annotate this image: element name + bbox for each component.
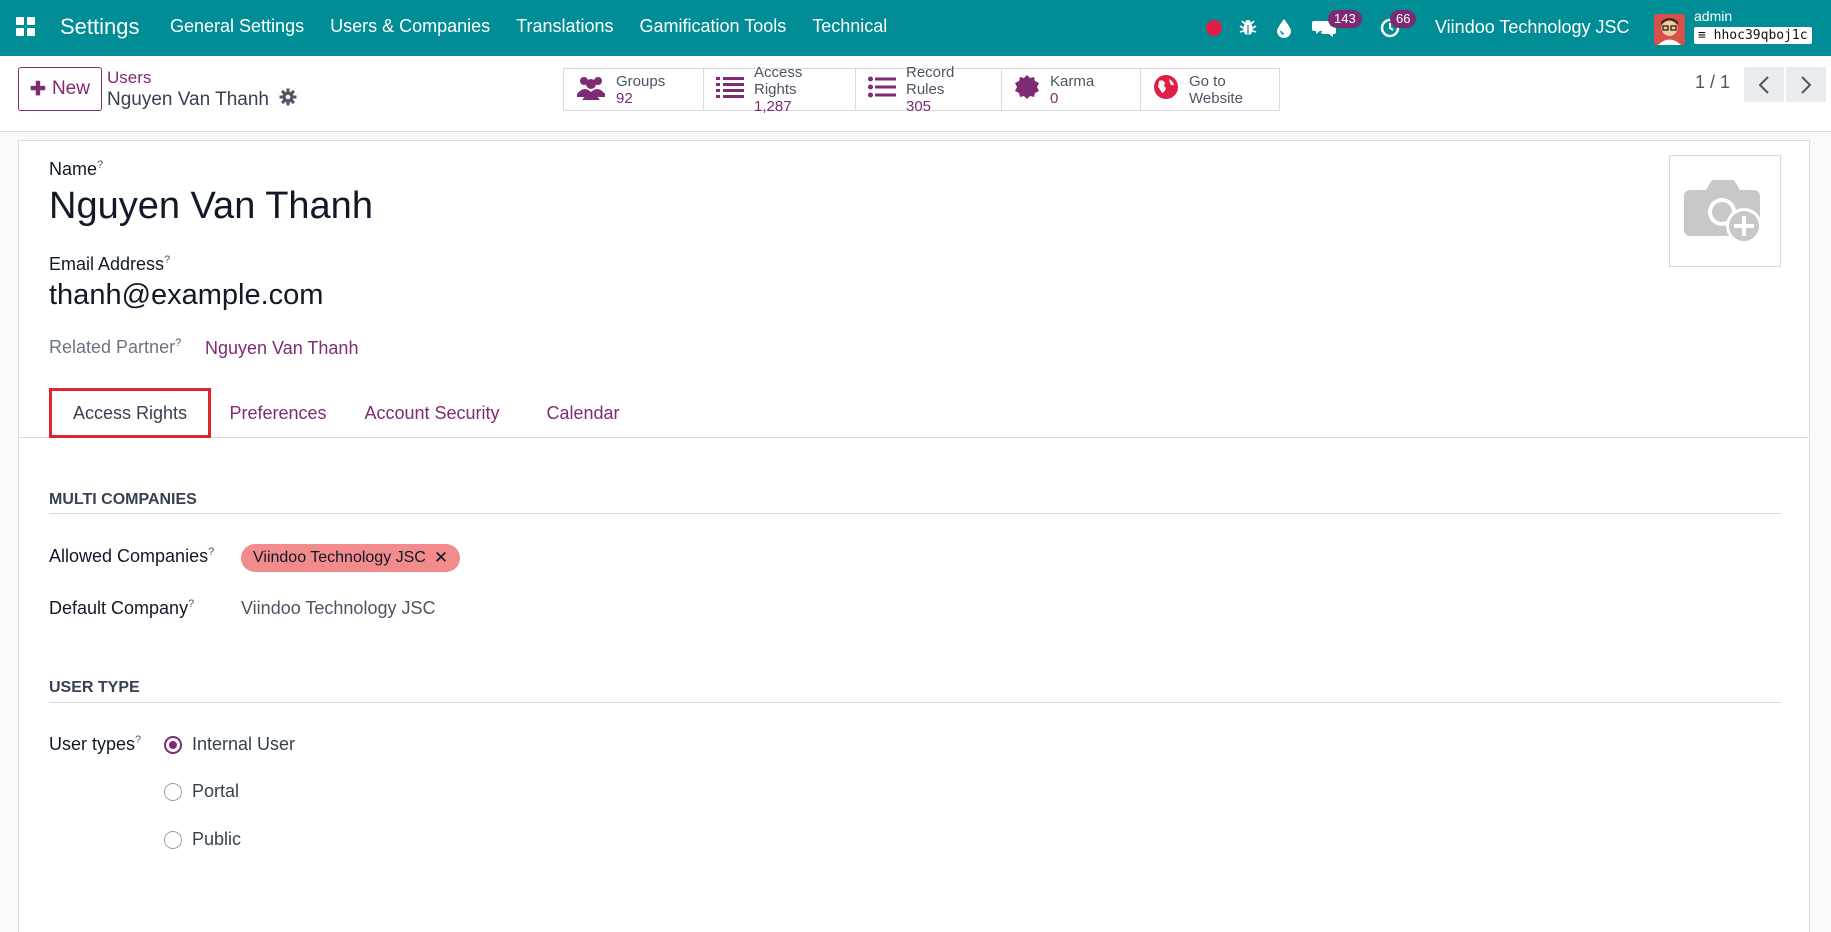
allowed-companies-label: Allowed Companies? <box>49 546 215 566</box>
activities-clock-icon[interactable] <box>1379 0 1401 56</box>
name-label: Name? <box>49 159 104 179</box>
radio-unchecked-icon[interactable] <box>164 782 182 801</box>
user-types-label: User types? <box>49 734 142 754</box>
section-divider <box>49 702 1781 703</box>
email-label: Email Address? <box>49 254 171 274</box>
pager-previous-button[interactable] <box>1744 67 1784 102</box>
control-panel: ✚ New Users Nguyen Van Thanh Groups 92 A… <box>0 56 1831 132</box>
groups-label: Groups <box>616 72 666 90</box>
radio-public[interactable]: Public <box>164 829 241 850</box>
karma-label: Karma <box>1050 72 1095 90</box>
radio-label: Internal User <box>192 734 296 754</box>
radio-checked-icon[interactable] <box>164 735 182 754</box>
list-icon <box>716 76 744 103</box>
apps-menu-icon[interactable] <box>16 17 36 37</box>
multi-companies-section-title: MULTI COMPANIES <box>49 491 197 508</box>
radio-label: Portal <box>192 781 240 801</box>
remove-tag-icon[interactable]: ✕ <box>434 548 448 568</box>
chevron-left-icon <box>1758 75 1769 94</box>
debug-bug-icon[interactable] <box>1238 0 1258 56</box>
activities-count-badge: 66 <box>1390 10 1417 28</box>
company-tag-label: Viindoo Technology JSC <box>253 549 426 566</box>
app-name[interactable]: Settings <box>60 14 140 40</box>
radio-portal[interactable]: Portal <box>164 781 239 802</box>
database-icon: ≡ <box>1698 28 1706 43</box>
plus-icon: ✚ <box>30 78 46 100</box>
related-partner-label: Related Partner? <box>49 337 182 357</box>
main-menu: General Settings Users & Companies Trans… <box>170 16 887 37</box>
default-company-field[interactable]: Viindoo Technology JSC <box>241 598 435 619</box>
new-button[interactable]: ✚ New <box>18 67 102 111</box>
record-rules-smart-button[interactable]: Record Rules 305 <box>856 64 1002 115</box>
breadcrumb-current: Nguyen Van Thanh <box>107 88 297 112</box>
messages-count-badge: 143 <box>1328 10 1362 28</box>
go-to-label: Go to <box>1189 72 1226 90</box>
menu-gamification-tools[interactable]: Gamification Tools <box>640 16 787 37</box>
form-sheet: Name? Nguyen Van Thanh Email Address? th… <box>18 140 1810 932</box>
database-badge: ≡ hhoc39qboj1c <box>1694 27 1812 44</box>
section-divider <box>49 513 1781 514</box>
breadcrumb-users-link[interactable]: Users <box>107 68 151 88</box>
email-field[interactable]: thanh@example.com <box>49 279 323 312</box>
new-button-label: New <box>51 78 90 99</box>
user-avatar[interactable] <box>1654 14 1685 45</box>
top-navbar: Settings General Settings Users & Compan… <box>0 0 1831 56</box>
tab-preferences[interactable]: Preferences <box>223 388 333 438</box>
menu-technical[interactable]: Technical <box>812 16 887 37</box>
gear-icon[interactable] <box>279 88 297 112</box>
record-rules-value: 305 <box>906 98 932 115</box>
company-switcher[interactable]: Viindoo Technology JSC <box>1435 17 1629 38</box>
tab-account-security[interactable]: Account Security <box>357 388 507 438</box>
access-rights-value: 1,287 <box>754 98 792 115</box>
breadcrumb-current-label: Nguyen Van Thanh <box>107 89 269 110</box>
record-indicator-icon[interactable] <box>1206 0 1222 56</box>
bullet-list-icon <box>868 76 896 103</box>
related-partner-link[interactable]: Nguyen Van Thanh <box>205 338 358 359</box>
record-rules-label: Record Rules <box>906 64 955 98</box>
groups-smart-button[interactable]: Groups 92 <box>564 69 704 110</box>
pager-next-button[interactable] <box>1786 67 1826 102</box>
default-company-label: Default Company? <box>49 598 195 618</box>
globe-icon <box>1153 74 1179 105</box>
notebook-tabs: Access Rights Preferences Account Securi… <box>19 388 1809 438</box>
menu-translations[interactable]: Translations <box>516 16 613 37</box>
radio-internal-user[interactable]: Internal User <box>164 734 295 755</box>
radio-unchecked-icon[interactable] <box>164 830 182 849</box>
name-field[interactable]: Nguyen Van Thanh <box>49 185 373 228</box>
menu-general-settings[interactable]: General Settings <box>170 16 304 37</box>
menu-users-companies[interactable]: Users & Companies <box>330 16 490 37</box>
access-rights-smart-button[interactable]: Access Rights 1,287 <box>704 64 856 115</box>
access-rights-label: Access Rights <box>754 64 803 98</box>
chevron-right-icon <box>1801 75 1812 94</box>
tab-calendar[interactable]: Calendar <box>543 388 623 438</box>
user-name[interactable]: admin <box>1694 8 1732 24</box>
karma-smart-button[interactable]: Karma 0 <box>1002 69 1141 110</box>
messages-icon[interactable] <box>1312 0 1336 56</box>
go-to-website-smart-button[interactable]: Go to Website <box>1141 69 1279 110</box>
users-group-icon <box>576 74 606 105</box>
website-label: Website <box>1189 89 1243 107</box>
database-name: hhoc39qboj1c <box>1713 28 1808 43</box>
tab-access-rights[interactable]: Access Rights <box>49 388 211 438</box>
radio-label: Public <box>192 829 242 849</box>
karma-value: 0 <box>1050 89 1059 107</box>
company-tag[interactable]: Viindoo Technology JSC ✕ <box>241 544 461 572</box>
avatar-upload[interactable] <box>1669 155 1781 267</box>
camera-plus-icon <box>1684 180 1762 244</box>
drop-icon[interactable] <box>1276 0 1292 56</box>
pager-value[interactable]: 1 / 1 <box>1695 72 1730 93</box>
certificate-icon <box>1014 74 1040 105</box>
user-type-section-title: USER TYPE <box>49 679 140 696</box>
smart-buttons: Groups 92 Access Rights 1,287 Record Rul… <box>563 64 1280 115</box>
groups-value: 92 <box>616 89 633 107</box>
